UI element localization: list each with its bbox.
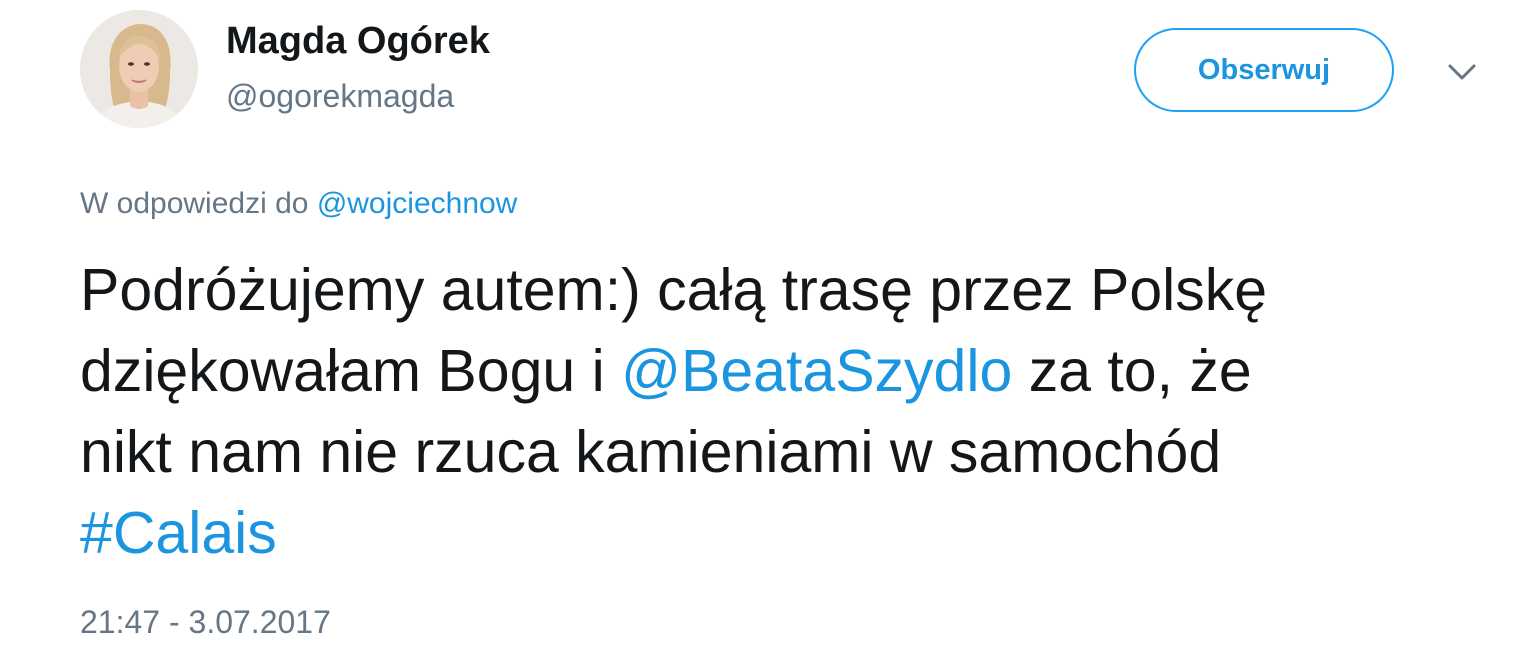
tweet-card: Magda Ogórek @ogorekmagda Obserwuj W odp… [0,0,1538,659]
avatar[interactable] [80,10,198,128]
tweet-line-2-end: za to, że [1012,338,1252,404]
tweet-text: Podróżujemy autem:) całą trasę przez Pol… [80,250,1500,574]
author-name[interactable]: Magda Ogórek [226,18,490,64]
more-options-button[interactable] [1440,54,1484,90]
tweet-line-2-start: dziękowałam Bogu i [80,338,622,404]
tweet-line-1: Podróżujemy autem:) całą trasę przez Pol… [80,257,1268,323]
avatar-image [80,10,198,128]
tweet-line-4: #Calais [80,493,1500,574]
author-handle[interactable]: @ogorekmagda [226,76,454,116]
reply-context: W odpowiedzi do @wojciechnow [80,184,517,224]
tweet-timestamp[interactable]: 21:47 - 3.07.2017 [80,602,331,642]
mention-link[interactable]: @BeataSzydlo [621,338,1012,404]
tweet-line-3: nikt nam nie rzuca kamieniami w samochód [80,419,1222,485]
chevron-down-icon [1448,64,1476,80]
reply-mention-link[interactable]: @wojciechnow [317,187,518,220]
reply-prefix: W odpowiedzi do [80,187,309,220]
hashtag-link[interactable]: #Calais [80,500,277,566]
tweet-line-2: dziękowałam Bogu i @BeataSzydlo za to, ż… [80,331,1500,412]
follow-button[interactable]: Obserwuj [1134,28,1394,112]
